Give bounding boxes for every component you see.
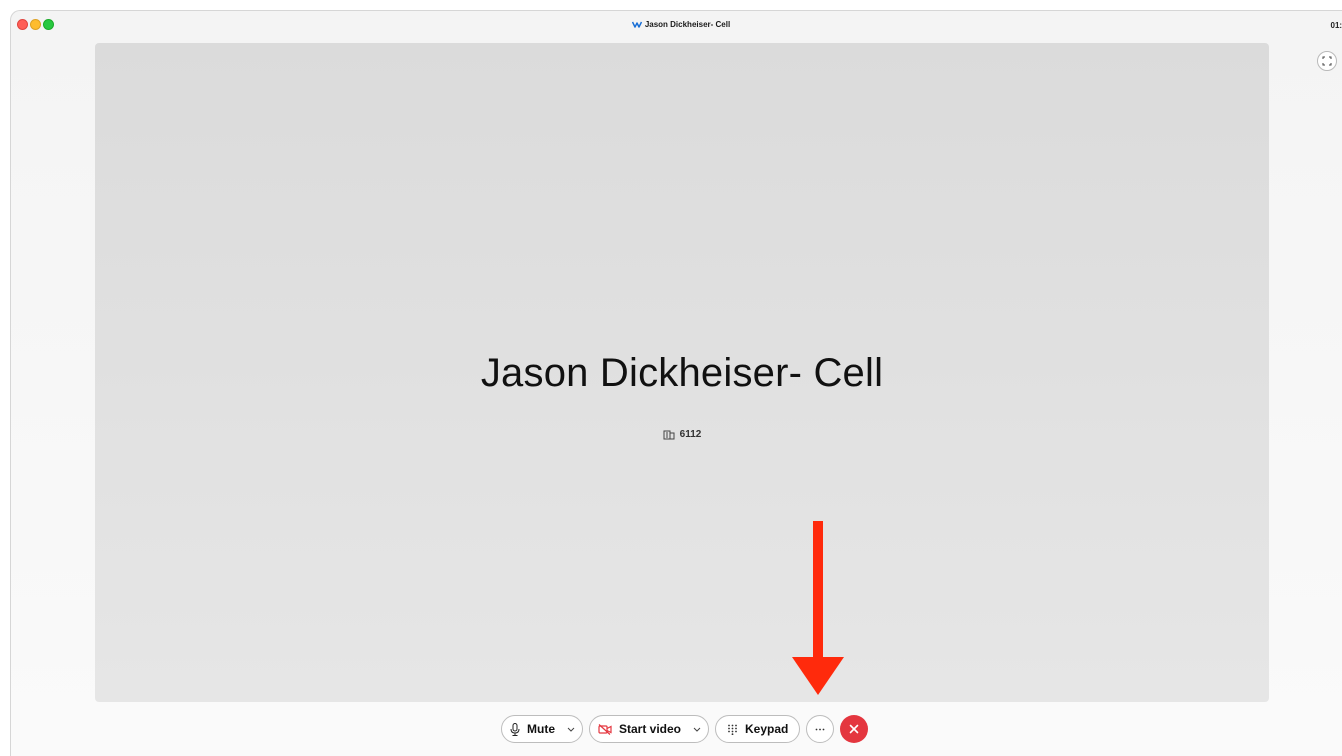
keypad-label: Keypad (745, 722, 789, 736)
start-video-label: Start video (619, 722, 682, 736)
window-title-container: Jason Dickheiser- Cell (11, 20, 1342, 29)
call-controls-bar: Mute Start video Keypad (501, 714, 869, 744)
building-icon (663, 430, 675, 439)
fullscreen-button[interactable] (1317, 51, 1337, 71)
call-stage: Jason Dickheiser- Cell 6112 (95, 43, 1269, 702)
keypad-button-content: Keypad (716, 722, 799, 736)
more-icon (815, 728, 825, 730)
chevron-down-icon (693, 727, 701, 732)
mute-control: Mute (501, 715, 583, 743)
caller-extension: 6112 (679, 429, 702, 440)
annotation-arrow (792, 521, 844, 695)
mute-options-button[interactable] (563, 727, 582, 732)
call-window: Jason Dickheiser- Cell 01:02 Jason Dickh… (10, 10, 1342, 756)
window-title: Jason Dickheiser- Cell (644, 20, 731, 29)
microphone-icon (510, 722, 520, 736)
chevron-down-icon (567, 727, 575, 732)
caller-extension-row: 6112 (95, 429, 1269, 440)
call-timer: 01:02 (1330, 21, 1342, 30)
more-options-button[interactable] (806, 715, 835, 743)
keypad-button[interactable]: Keypad (715, 715, 801, 743)
mute-label: Mute (527, 722, 555, 736)
end-call-button[interactable] (840, 715, 869, 743)
title-bar: Jason Dickheiser- Cell 01:02 (11, 11, 1342, 41)
close-icon (850, 724, 859, 734)
video-control: Start video (589, 715, 710, 743)
video-off-icon (598, 723, 612, 735)
caller-name: Jason Dickheiser- Cell (480, 351, 884, 395)
fullscreen-icon (1322, 56, 1332, 66)
video-options-button[interactable] (689, 727, 708, 732)
keypad-icon (728, 724, 737, 735)
start-video-button[interactable]: Start video (590, 722, 689, 736)
mute-button[interactable]: Mute (502, 722, 563, 736)
webex-logo-icon (631, 21, 642, 28)
